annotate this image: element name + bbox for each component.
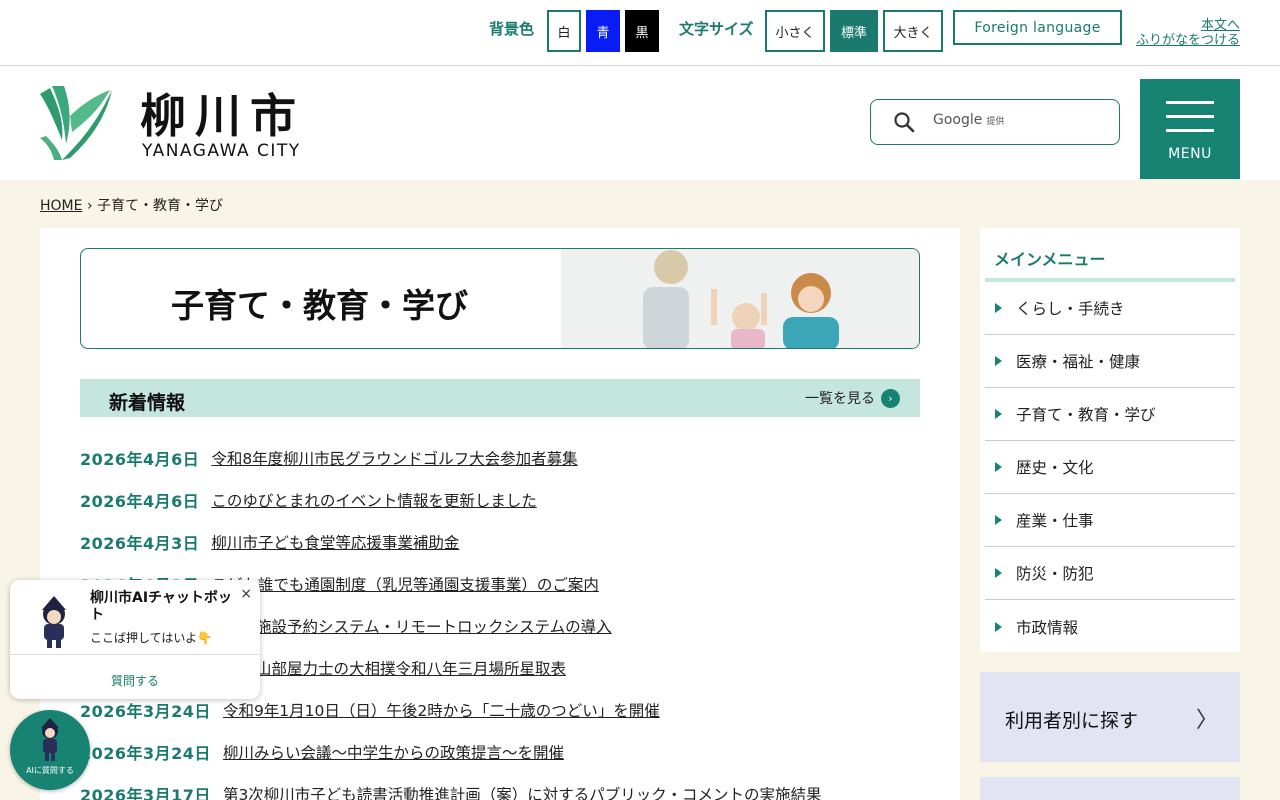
triangle-right-icon	[995, 568, 1002, 578]
news-item: 2026年4月6日 令和8年度柳川市民グラウンドゴルフ大会参加者募集	[80, 437, 940, 479]
chatbot-launcher-button[interactable]: AIに質問する	[10, 710, 90, 790]
furigana-link[interactable]: ふりがなをつける	[1136, 33, 1240, 48]
skip-to-main-link[interactable]: 本文へ	[1136, 18, 1240, 33]
triangle-right-icon	[995, 462, 1002, 472]
city-logo-icon[interactable]	[40, 86, 114, 160]
sidebar-item-industry[interactable]: 産業・仕事	[985, 494, 1235, 547]
accessibility-links: 本文へ ふりがなをつける	[1136, 18, 1240, 48]
news-link[interactable]: 令和8年度柳川市民グラウンドゴルフ大会参加者募集	[211, 447, 577, 469]
triangle-right-icon	[995, 621, 1002, 632]
chevron-right-icon: 〉	[1195, 708, 1218, 733]
news-header: 新着情報 一覧を見る ›	[80, 379, 920, 417]
news-date: 2026年3月24日	[80, 744, 211, 763]
sidebar-item-label: 産業・仕事	[1016, 512, 1094, 530]
news-more-link[interactable]: 一覧を見る ›	[805, 388, 900, 408]
news-date: 2026年4月3日	[80, 534, 200, 553]
news-link[interactable]: 柳川みらい会議～中学生からの政策提言～を開催	[223, 741, 564, 763]
menu-label: MENU	[1168, 146, 1212, 162]
sidebar-item-safety[interactable]: 防災・防犯	[985, 547, 1235, 600]
search-icon[interactable]	[893, 111, 915, 133]
breadcrumb-current: 子育て・教育・学び	[97, 198, 223, 214]
font-large-button[interactable]: 大きく	[883, 10, 943, 52]
foreign-language-button[interactable]: Foreign language	[953, 10, 1122, 45]
sidebar-item-health[interactable]: 医療・福祉・健康	[985, 335, 1235, 388]
city-name-jp: 柳川市	[140, 89, 305, 143]
chatbot-divider	[10, 654, 260, 655]
news-link[interactable]: 山部屋力士の大相撲令和八年三月場所星取表	[256, 657, 566, 679]
sidebar-item-history[interactable]: 歴史・文化	[985, 441, 1235, 494]
search-by-user-button[interactable]: 利用者別に探す 〉	[980, 672, 1240, 762]
font-size-label: 文字サイズ	[679, 20, 754, 38]
category-hero: 子育て・教育・学び	[80, 248, 920, 349]
search-by-user-label: 利用者別に探す	[1005, 710, 1139, 732]
font-normal-button[interactable]: 標準	[830, 10, 878, 52]
breadcrumb-separator: ›	[86, 198, 93, 214]
sidebar-item-label: くらし・手続き	[1016, 300, 1125, 318]
news-more-label: 一覧を見る	[805, 391, 875, 407]
chatbot-mascot-icon	[41, 718, 59, 761]
chatbot-mascot-icon	[42, 596, 66, 648]
triangle-right-icon	[995, 515, 1002, 525]
city-name-en: YANAGAWA CITY	[142, 141, 301, 161]
news-link[interactable]: このゆびとまれのイベント情報を更新しました	[211, 489, 537, 511]
site-search-input[interactable]: Google 提供	[870, 99, 1120, 145]
sidebar-item-label: 市政情報	[1016, 618, 1079, 637]
chatbot-title: 柳川市AIチャットボット	[90, 590, 232, 623]
sidebar-item-label: 防災・防犯	[1016, 565, 1094, 583]
sidebar-item-label: 医療・福祉・健康	[1016, 353, 1141, 371]
chatbot-subtitle: ここば押してはいよ👇	[90, 631, 213, 645]
news-link[interactable]: 柳川市子ども食堂等応援事業補助金	[211, 531, 459, 553]
bg-black-button[interactable]: 黒	[625, 10, 659, 52]
page-title: 子育て・教育・学び	[171, 286, 468, 325]
bg-white-button[interactable]: 白	[547, 10, 581, 52]
news-date: 2026年4月6日	[80, 492, 200, 511]
breadcrumb-home-link[interactable]: HOME	[40, 198, 82, 214]
bg-color-label: 背景色	[489, 20, 535, 38]
news-item: 2026年3月17日 第3次柳川市子ども読書活動推進計画（案）に対するパブリック・…	[80, 773, 940, 800]
triangle-right-icon	[995, 409, 1002, 419]
chatbot-popup[interactable]: 柳川市AIチャットボット × ここば押してはいよ👇 質問する	[10, 580, 260, 699]
sidebar-title: メインメニュー	[994, 250, 1106, 269]
menu-button[interactable]: MENU	[1140, 79, 1240, 179]
chatbot-ask-button[interactable]: 質問する	[10, 672, 260, 689]
hamburger-icon	[1166, 101, 1214, 104]
sidebar-next-box[interactable]	[980, 777, 1240, 800]
news-link[interactable]: こども誰でも通園制度（乳児等通園支援事業）のご案内	[211, 573, 599, 595]
family-photo-image	[561, 249, 919, 348]
news-link[interactable]: 施設予約システム・リモートロックシステムの導入	[256, 615, 612, 637]
bg-blue-button[interactable]: 青	[586, 10, 620, 52]
main-menu-sidebar: メインメニュー くらし・手続き 医療・福祉・健康 子育て・教育・学び 歴史・文化…	[980, 228, 1240, 652]
sidebar-list: くらし・手続き 医療・福祉・健康 子育て・教育・学び 歴史・文化 産業・仕事 防…	[985, 282, 1235, 653]
sidebar-item-living[interactable]: くらし・手続き	[985, 282, 1235, 335]
triangle-right-icon	[995, 356, 1002, 366]
news-link[interactable]: 第3次柳川市子ども読書活動推進計画（案）に対するパブリック・コメントの実施結果	[223, 783, 822, 800]
news-date: 2026年3月24日	[80, 702, 211, 721]
sidebar-item-government[interactable]: 市政情報	[985, 600, 1235, 653]
news-item: 2026年3月24日 柳川みらい会議～中学生からの政策提言～を開催	[80, 731, 940, 773]
font-small-button[interactable]: 小さく	[765, 10, 825, 52]
news-item: 2026年4月3日 柳川市子ども食堂等応援事業補助金	[80, 521, 940, 563]
google-provided-label: Google 提供	[933, 112, 1005, 128]
arrow-right-icon: ›	[881, 388, 900, 408]
breadcrumb: HOME › 子育て・教育・学び	[40, 195, 223, 215]
news-date: 2026年3月17日	[80, 786, 211, 800]
news-link[interactable]: 令和9年1月10日（日）午後2時から「二十歳のつどい」を開催	[223, 699, 660, 721]
close-icon[interactable]: ×	[240, 586, 252, 602]
sidebar-item-label: 子育て・教育・学び	[1016, 406, 1156, 424]
news-title: 新着情報	[109, 392, 186, 414]
triangle-right-icon	[995, 303, 1002, 313]
sidebar-item-education[interactable]: 子育て・教育・学び	[985, 388, 1235, 441]
utility-bar: 背景色 白 青 黒 文字サイズ 小さく 標準 大きく Foreign langu…	[0, 0, 1280, 66]
chatbot-launcher-label: AIに質問する	[26, 766, 74, 775]
news-item: 2026年4月6日 このゆびとまれのイベント情報を更新しました	[80, 479, 940, 521]
news-date: 2026年4月6日	[80, 450, 200, 469]
sidebar-item-label: 歴史・文化	[1016, 459, 1094, 477]
